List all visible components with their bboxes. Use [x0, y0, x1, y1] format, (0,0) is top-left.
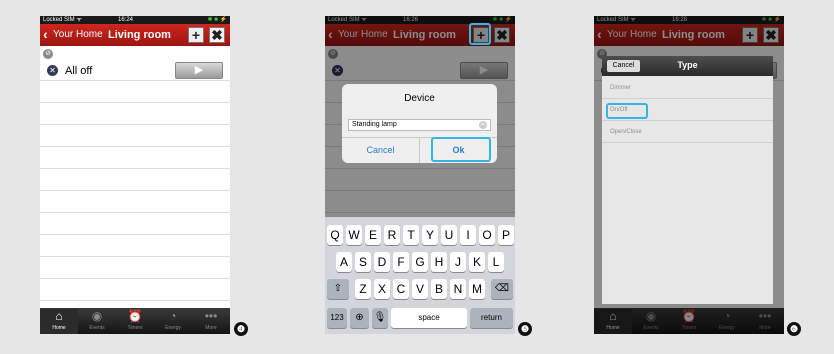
list-item-label: All off: [65, 65, 93, 77]
list-row-empty: [40, 257, 230, 279]
play-button[interactable]: ▶: [175, 62, 223, 79]
key[interactable]: P: [498, 225, 514, 245]
microphone-icon[interactable]: 🎙: [372, 308, 388, 328]
home-icon: ⌂: [55, 309, 63, 323]
page-title: Living room: [108, 29, 171, 41]
clear-input-icon[interactable]: ✕: [479, 121, 487, 129]
step-number-4: ❹: [234, 322, 248, 336]
list-row-empty: [40, 103, 230, 125]
key[interactable]: G: [412, 252, 428, 272]
key[interactable]: B: [431, 279, 447, 299]
key[interactable]: C: [393, 279, 409, 299]
key[interactable]: D: [374, 252, 390, 272]
edit-minus-icon[interactable]: ⊘: [43, 49, 53, 59]
type-option-open-close[interactable]: Open/Close: [602, 122, 773, 143]
list-row-empty: [40, 191, 230, 213]
key[interactable]: H: [431, 252, 447, 272]
device-dialog: Device Standing lamp ✕ Cancel Ok: [342, 84, 497, 163]
key[interactable]: A: [336, 252, 352, 272]
screen-type-picker: Locked SIM ᯤ 16:28 ✱ ■ ⚡ ‹ Your Home Liv…: [594, 16, 784, 334]
list-row-empty: [40, 279, 230, 301]
key[interactable]: Y: [422, 225, 438, 245]
dialog-cancel-button[interactable]: Cancel: [342, 139, 419, 161]
list-row-empty: [40, 213, 230, 235]
on-off-highlight: [606, 103, 648, 119]
close-icon[interactable]: ✕: [47, 65, 58, 76]
tab-more[interactable]: ••• More: [192, 309, 230, 334]
key[interactable]: F: [393, 252, 409, 272]
key[interactable]: W: [346, 225, 362, 245]
screen-add-device-dialog: Locked SIM ᯤ 16:26 ✱ ■ ⚡ ‹ Your Home Liv…: [325, 16, 515, 334]
key[interactable]: I: [460, 225, 476, 245]
numbers-key[interactable]: 123: [327, 308, 347, 328]
more-dots-icon: •••: [204, 309, 218, 323]
tab-events[interactable]: ◉ Events: [78, 309, 116, 334]
key[interactable]: R: [384, 225, 400, 245]
key[interactable]: S: [355, 252, 371, 272]
key[interactable]: O: [479, 225, 495, 245]
key[interactable]: N: [450, 279, 466, 299]
dialog-title: Device: [404, 93, 435, 104]
key[interactable]: M: [469, 279, 485, 299]
back-button[interactable]: Your Home: [53, 29, 103, 40]
globe-icon[interactable]: ⊕: [350, 308, 369, 328]
ok-highlight: [431, 137, 491, 162]
list-row-empty: [40, 235, 230, 257]
type-option-dimmer[interactable]: Dimmer: [602, 78, 773, 99]
list-row-empty: [40, 125, 230, 147]
step-number-5: ❺: [518, 322, 532, 336]
key[interactable]: J: [450, 252, 466, 272]
tab-bar: ⌂ Home ◉ Events ⏰ Timers ◔ Energy ••• More: [40, 308, 230, 334]
key[interactable]: L: [488, 252, 504, 272]
backspace-key[interactable]: ⌫: [491, 279, 513, 299]
sheet-header: Cancel Type: [602, 56, 773, 76]
type-picker-sheet: Cancel Type Dimmer On/Off Open/Close: [602, 56, 773, 304]
alarm-clock-icon: ⏰: [127, 309, 143, 323]
nav-bar: ‹ Your Home Living room + ✖: [40, 24, 230, 46]
key[interactable]: X: [374, 279, 390, 299]
gauge-icon: ◔: [169, 309, 177, 323]
tab-timers[interactable]: ⏰ Timers: [116, 309, 154, 334]
list-row-empty: [40, 169, 230, 191]
step-number-6: ❻: [787, 322, 801, 336]
device-name-value: Standing lamp: [352, 121, 397, 128]
back-chevron-icon[interactable]: ‹: [43, 26, 48, 42]
device-name-input[interactable]: Standing lamp ✕: [348, 119, 491, 131]
play-circle-icon: ◉: [91, 309, 103, 323]
keyboard: Q W E R T Y U I O P A S D F G H J K L ⇧ …: [325, 217, 515, 334]
add-button-highlight: [469, 23, 491, 45]
key[interactable]: Z: [355, 279, 371, 299]
tab-home[interactable]: ⌂ Home: [40, 309, 78, 334]
carrier-label: Locked SIM ᯤ: [43, 17, 82, 23]
tab-energy[interactable]: ◔ Energy: [154, 309, 192, 334]
key[interactable]: K: [469, 252, 485, 272]
status-bar: Locked SIM ᯤ 16:24 ✱ ■ ⚡: [40, 16, 230, 24]
settings-tools-button[interactable]: ✖: [209, 27, 225, 43]
key[interactable]: E: [365, 225, 381, 245]
key[interactable]: Q: [327, 225, 343, 245]
picker-title: Type: [677, 60, 698, 70]
battery-icon: ✱ ■ ⚡: [207, 17, 227, 23]
clock-label: 16:24: [118, 17, 134, 23]
screen-room-list: Locked SIM ᯤ 16:24 ✱ ■ ⚡ ‹ Your Home Liv…: [40, 16, 230, 334]
key[interactable]: T: [403, 225, 419, 245]
add-device-button[interactable]: +: [188, 27, 204, 43]
shift-key[interactable]: ⇧: [327, 279, 349, 299]
key[interactable]: V: [412, 279, 428, 299]
list-row-empty: [40, 81, 230, 103]
list-row-empty: [40, 147, 230, 169]
space-key[interactable]: space: [391, 308, 467, 328]
return-key[interactable]: return: [470, 308, 513, 328]
key[interactable]: U: [441, 225, 457, 245]
